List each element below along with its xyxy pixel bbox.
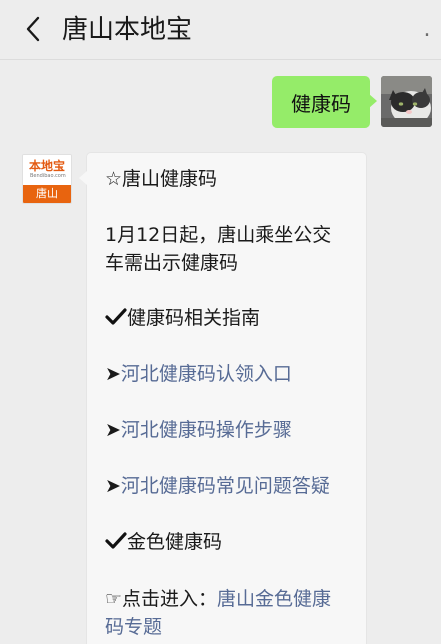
message-heading: ☆唐山健康码 [105, 168, 218, 190]
link-health-code-claim[interactable]: 河北健康码认领入口 [121, 363, 292, 385]
more-button[interactable]: . [419, 19, 435, 41]
bubble-tail [369, 94, 377, 108]
click-row: ☞点击进入：唐山金色健康 [105, 586, 331, 612]
checkmark-icon [105, 532, 127, 549]
notice-line-2: 车需出示健康码 [105, 252, 239, 274]
click-row-cont: 码专题 [105, 614, 162, 640]
link-row-1: ➤河北健康码认领入口 [105, 361, 292, 387]
notice-line-1: 1月12日起，唐山乘坐公交 [105, 224, 332, 246]
avatar-top: 本地宝 Bendibao.com [23, 155, 71, 186]
link-row-3: ➤河北健康码常见问题答疑 [105, 473, 330, 499]
cat-photo-avatar [381, 76, 432, 127]
link-row-2: ➤河北健康码操作步骤 [105, 417, 292, 443]
outgoing-message-bubble[interactable]: 健康码 [272, 76, 377, 128]
arrow-icon: ➤ [105, 419, 121, 441]
chat-title: 唐山本地宝 [62, 15, 193, 45]
section-gold-label: 金色健康码 [127, 531, 223, 553]
checkmark-icon [105, 308, 127, 325]
brand-logo-subtext: Bendibao.com [30, 173, 66, 179]
official-account-avatar[interactable]: 本地宝 Bendibao.com 唐山 [22, 154, 72, 204]
link-gold-code-topic[interactable]: 唐山金色健康 [217, 588, 331, 610]
arrow-icon: ➤ [105, 363, 121, 385]
link-health-code-faq[interactable]: 河北健康码常见问题答疑 [121, 475, 330, 497]
chevron-left-icon [26, 16, 40, 42]
arrow-icon: ➤ [105, 475, 121, 497]
link-health-code-steps[interactable]: 河北健康码操作步骤 [121, 419, 292, 441]
outgoing-message-text: 健康码 [291, 91, 351, 116]
user-avatar[interactable] [381, 76, 432, 127]
back-button[interactable] [18, 12, 48, 46]
bubble-tail [79, 171, 87, 185]
section-guide-label: 健康码相关指南 [127, 307, 261, 329]
section-gold: 金色健康码 [105, 529, 222, 555]
click-prefix: ☞点击进入： [105, 588, 218, 610]
brand-logo-text: 本地宝 [29, 159, 66, 173]
link-gold-code-topic-cont[interactable]: 码专题 [105, 616, 162, 638]
chat-screen: 唐山本地宝 . 健康码 本地宝 Bendibao.com 唐山 ☆唐山健康码 1… [0, 0, 441, 644]
chat-header: 唐山本地宝 . [0, 0, 441, 60]
avatar-city-label: 唐山 [23, 185, 71, 203]
incoming-message-card: ☆唐山健康码 1月12日起，唐山乘坐公交 车需出示健康码 健康码相关指南 ➤河北… [79, 152, 367, 644]
section-guide: 健康码相关指南 [105, 305, 260, 331]
